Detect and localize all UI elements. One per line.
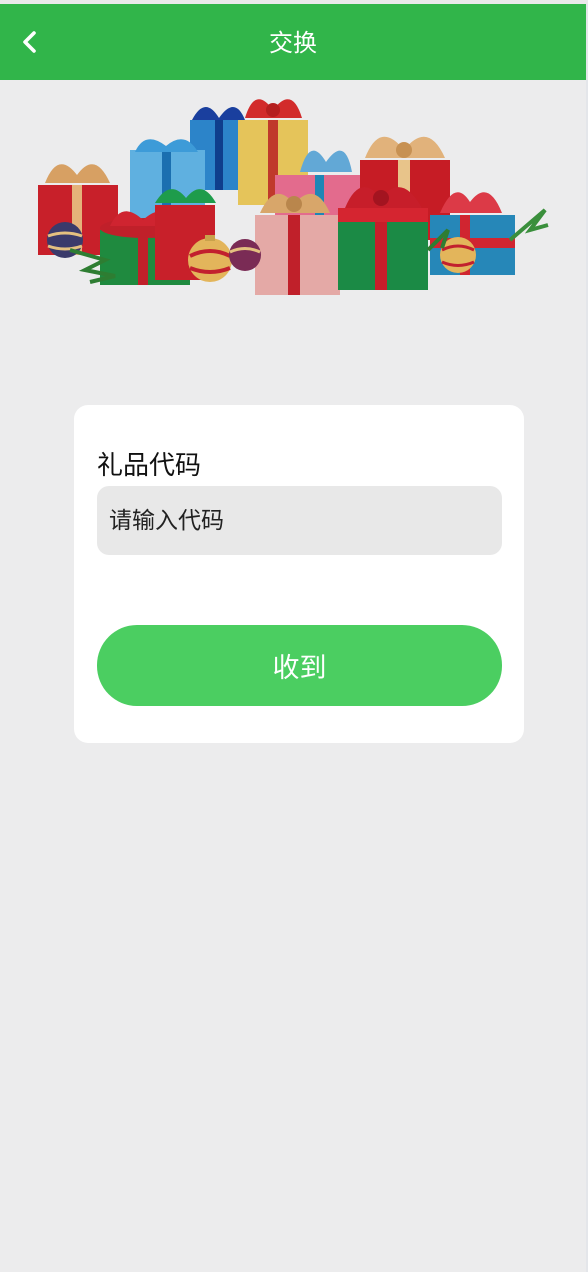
redeem-card: 礼品代码 收到 — [74, 405, 524, 743]
gift-box — [255, 193, 340, 295]
page-title: 交换 — [269, 29, 317, 57]
gift-code-label: 礼品代码 — [97, 451, 202, 481]
submit-button[interactable]: 收到 — [97, 625, 502, 706]
ornament — [229, 239, 261, 271]
gift-boxes-illustration — [38, 99, 549, 295]
header-bar: 交换 — [0, 4, 586, 80]
gift-code-input[interactable] — [97, 486, 502, 555]
pine-branch — [508, 208, 549, 242]
gift-box — [338, 187, 428, 290]
